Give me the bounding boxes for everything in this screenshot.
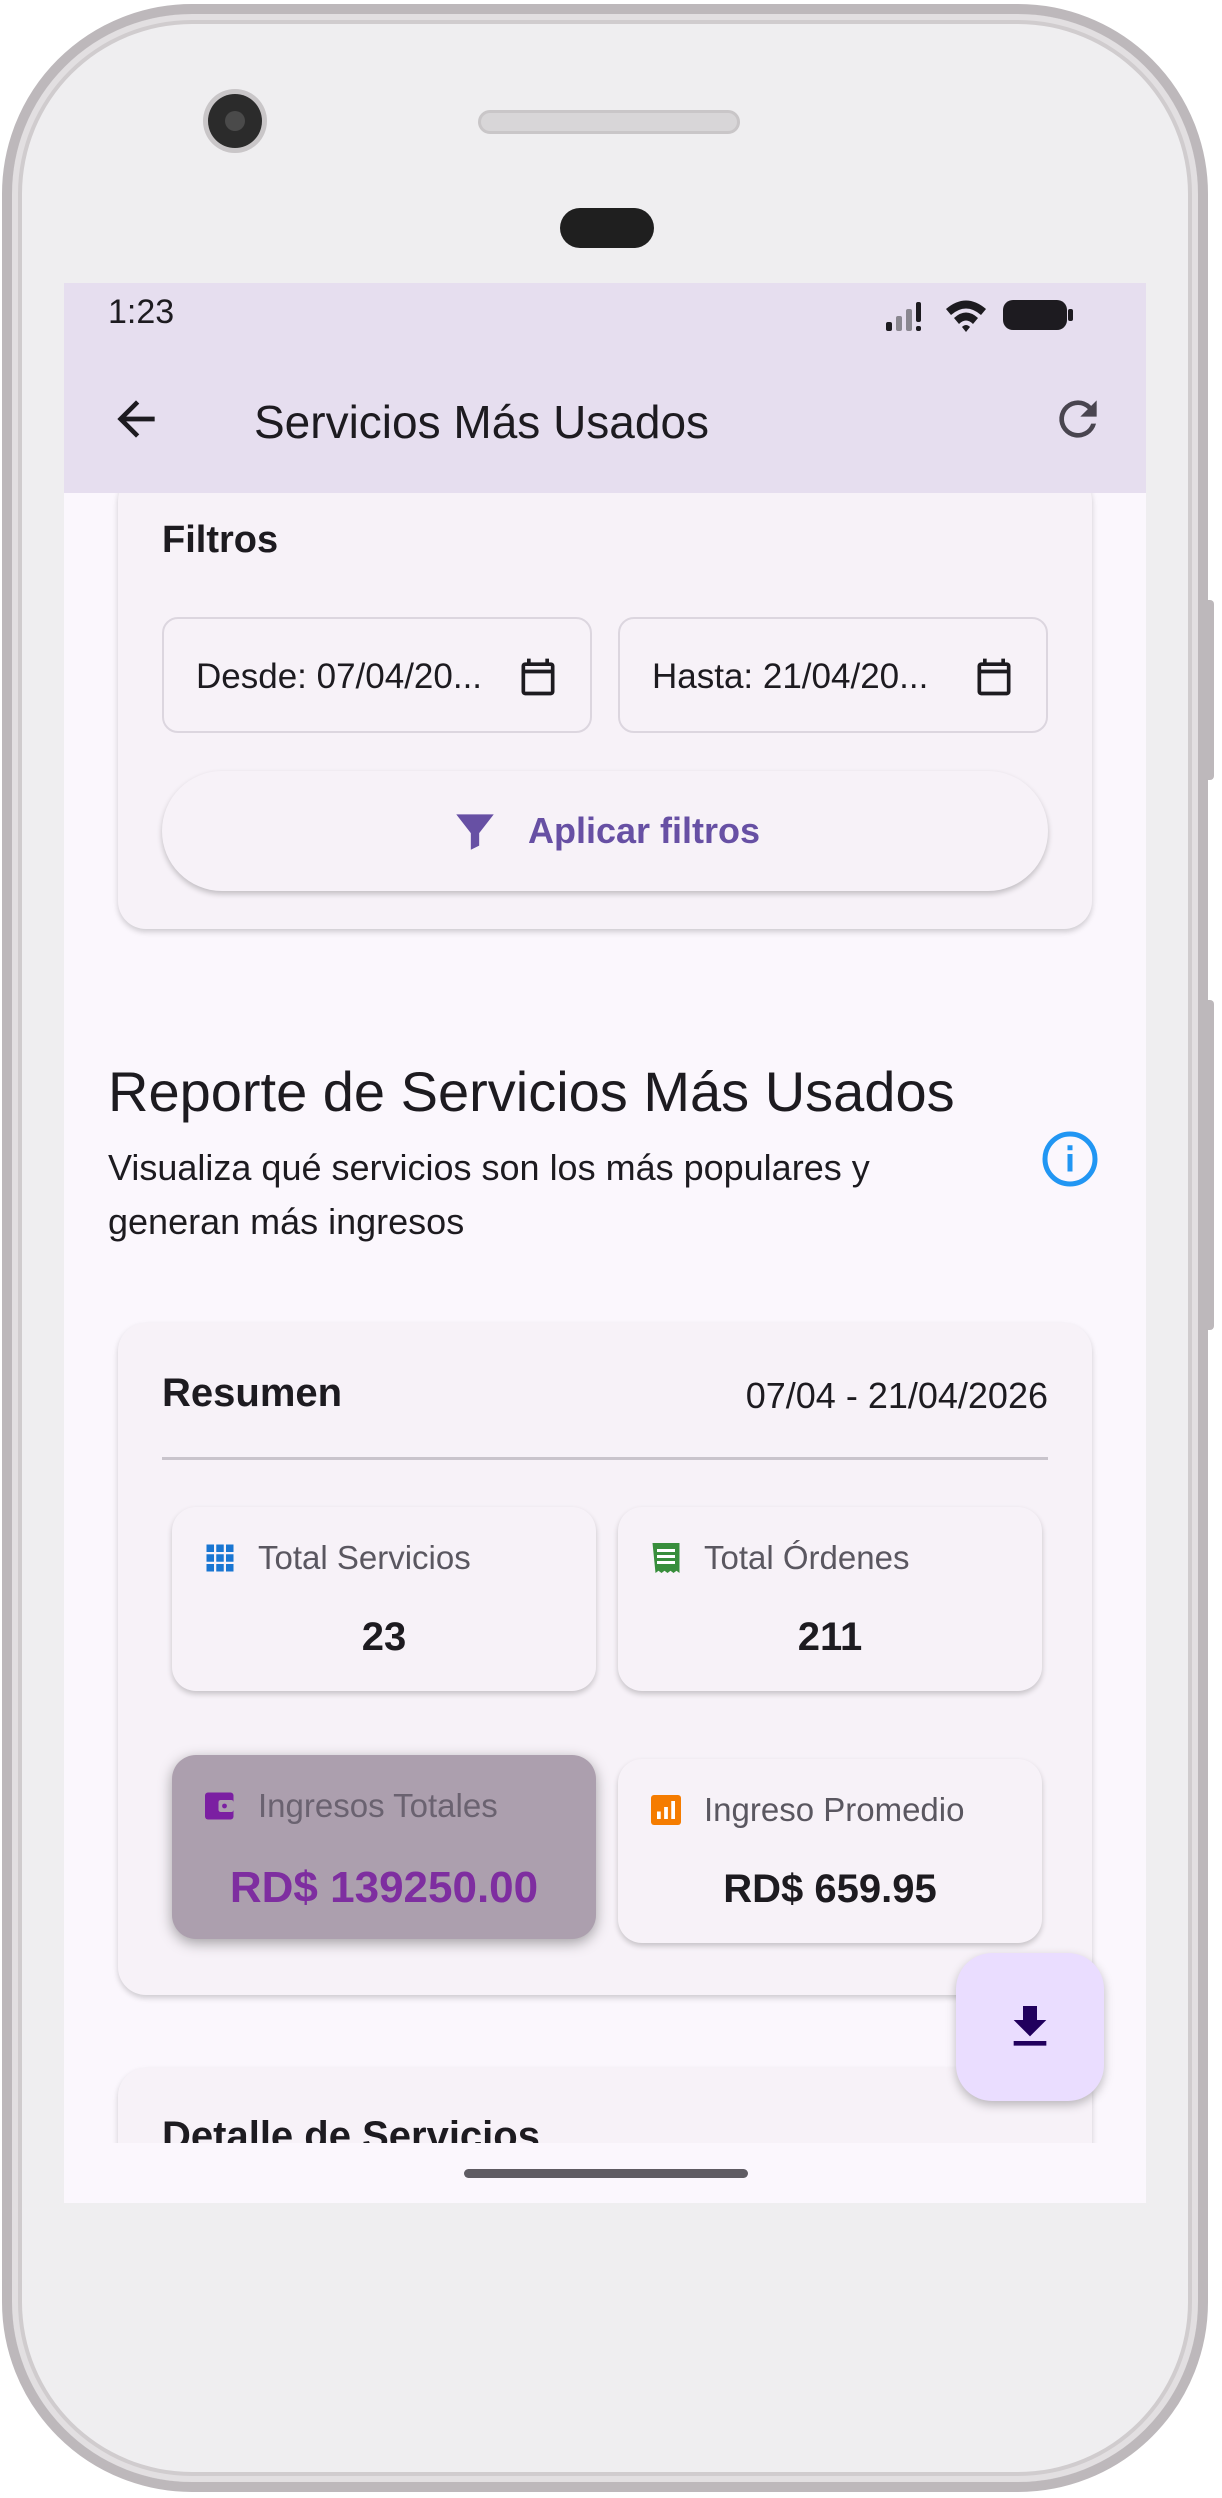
status-bar: 1:23 xyxy=(64,283,1146,347)
detail-title: Detalle de Servicios xyxy=(162,2114,540,2143)
wifi-icon xyxy=(946,300,986,332)
battery-icon xyxy=(1003,300,1073,330)
proximity-sensor xyxy=(560,208,654,248)
stat-label: Total Servicios xyxy=(258,1539,471,1576)
status-time: 1:23 xyxy=(108,293,175,331)
bar-chart-icon xyxy=(651,1795,681,1825)
stat-label: Ingreso Promedio xyxy=(704,1791,965,1828)
stat-header: Ingreso Promedio xyxy=(648,1791,964,1829)
calendar-icon[interactable] xyxy=(516,655,560,699)
filters-title: Filtros xyxy=(162,519,279,561)
report-subtitle: Visualiza qué servicios son los más popu… xyxy=(108,1147,870,1242)
stat-value: RD$ 659.95 xyxy=(723,1867,937,1911)
download-icon xyxy=(1013,2006,1047,2046)
date-from-field[interactable]: Desde: 07/04/20... xyxy=(162,617,592,733)
phone-power-button xyxy=(1204,600,1214,780)
stat-total-orders[interactable]: Total Órdenes 211 xyxy=(618,1507,1042,1691)
stat-total-revenue[interactable]: Ingresos Totales RD$ 139250.00 xyxy=(172,1755,596,1939)
summary-divider xyxy=(162,1457,1048,1460)
apply-filters-label: Aplicar filtros xyxy=(527,810,761,851)
date-to-value: Hasta: 21/04/20... xyxy=(652,657,929,696)
stat-total-services[interactable]: Total Servicios 23 xyxy=(172,1507,596,1691)
stat-value: RD$ 139250.00 xyxy=(229,1863,539,1912)
navigation-bar xyxy=(64,2143,1146,2203)
stat-header: Total Órdenes xyxy=(648,1539,909,1577)
filters-card: Filtros Desde: 07/04/20... Hasta: 21/04/… xyxy=(118,493,1092,929)
detail-card: Detalle de Servicios xyxy=(118,2068,1092,2143)
refresh-icon[interactable] xyxy=(1050,391,1106,447)
summary-title: Resumen xyxy=(162,1371,343,1415)
summary-card: Resumen 07/04 - 21/04/2026 Total Servici… xyxy=(118,1323,1092,1995)
back-arrow-icon[interactable] xyxy=(108,391,164,447)
screen: 1:23 Servicios Más Usados Filtros Desde:… xyxy=(64,283,1146,2203)
receipt-icon xyxy=(652,1543,680,1573)
stat-average-revenue[interactable]: Ingreso Promedio RD$ 659.95 xyxy=(618,1759,1042,1943)
gesture-handle[interactable] xyxy=(464,2169,748,2178)
summary-date-range: 07/04 - 21/04/2026 xyxy=(745,1375,1048,1416)
signal-icon xyxy=(886,302,921,331)
earpiece-speaker xyxy=(478,110,740,134)
scroll-content[interactable]: Filtros Desde: 07/04/20... Hasta: 21/04/… xyxy=(64,493,1146,2143)
app-bar: Servicios Más Usados xyxy=(64,347,1146,493)
stat-value: 23 xyxy=(361,1615,407,1659)
stat-label: Total Órdenes xyxy=(704,1539,910,1576)
grid-icon xyxy=(206,1544,234,1572)
stat-label: Ingresos Totales xyxy=(258,1787,498,1824)
info-icon[interactable] xyxy=(1040,1129,1100,1189)
stat-value: 211 xyxy=(797,1615,863,1659)
calendar-icon[interactable] xyxy=(972,655,1016,699)
filter-icon xyxy=(456,814,494,850)
stat-header: Ingresos Totales xyxy=(202,1787,498,1825)
apply-filters-button[interactable]: Aplicar filtros xyxy=(162,771,1048,891)
phone-volume-button xyxy=(1204,1000,1214,1330)
page-title: Servicios Más Usados xyxy=(254,396,710,448)
date-to-field[interactable]: Hasta: 21/04/20... xyxy=(618,617,1048,733)
download-button[interactable] xyxy=(956,1953,1104,2101)
stat-header: Total Servicios xyxy=(202,1539,471,1577)
front-camera xyxy=(208,94,262,148)
report-title: Reporte de Servicios Más Usados xyxy=(108,1060,955,1123)
date-from-value: Desde: 07/04/20... xyxy=(196,657,483,696)
wallet-icon xyxy=(205,1792,234,1820)
status-icons xyxy=(884,297,1074,333)
